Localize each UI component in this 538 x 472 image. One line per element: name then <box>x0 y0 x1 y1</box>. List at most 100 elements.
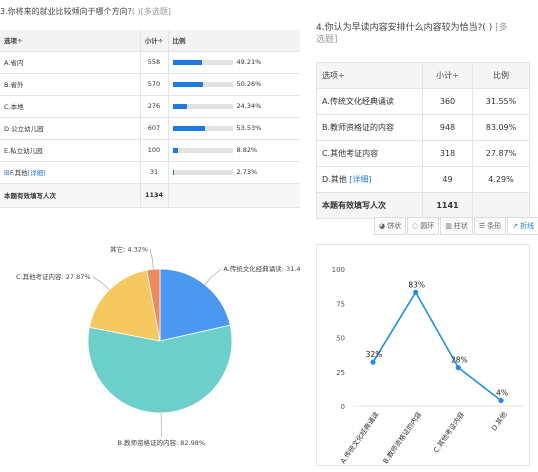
line-point[interactable] <box>498 397 504 404</box>
line-point[interactable] <box>455 365 461 371</box>
pie-chart-panel: A.传统文化经典诵读: 31.48% B.教师资格证的内容: 82.98% C.其他… <box>0 236 311 464</box>
option-percent: 4.29% <box>472 166 530 193</box>
x-tick-label: D.其他 <box>489 410 509 433</box>
option-count: 318 <box>422 140 473 167</box>
table-header: 选项÷ 小计÷ 比例 <box>316 62 530 89</box>
option-percent: 31.55% <box>472 88 530 115</box>
total-label: 本题有效填写人次 <box>316 192 423 219</box>
col-option-header[interactable]: 选项÷ <box>0 30 140 52</box>
line-point[interactable] <box>413 289 419 295</box>
option-label: B.教师资格证的内容 <box>316 114 423 141</box>
line-series <box>372 290 502 402</box>
table-header: 选项÷ 小计÷ 比例 <box>0 30 300 52</box>
ratio-cell: 2.73% <box>168 161 300 184</box>
pie-slice-label: B.教师资格证的内容: 82.98% <box>117 438 205 447</box>
col-ratio-header: 比例 <box>168 30 300 52</box>
ratio-cell: 50.26% <box>168 73 300 96</box>
chart-type-icon: ◌ <box>412 222 419 230</box>
col-count-header[interactable]: 小计÷ <box>139 30 169 52</box>
chart-type-icon: ☰ <box>478 222 486 230</box>
option-percent: 83.09% <box>472 114 530 141</box>
x-tick-label: A.传统文化经典诵读 <box>338 410 381 465</box>
ratio-cell: 24.34% <box>168 95 300 118</box>
tab-chart-type[interactable]: ▥ 柱状 <box>440 217 473 235</box>
option-label: C.其他考证内容 <box>316 140 423 167</box>
progress-fill <box>172 125 205 131</box>
point-data-label: 4% <box>496 389 508 398</box>
table-row: ⊞F.其他[详细] 31 2.73% <box>0 161 300 184</box>
option-label: B.省外 <box>0 73 140 96</box>
col-option-header[interactable]: 选项÷ <box>316 62 423 89</box>
option-text: A.传统文化经典诵读 <box>322 97 394 106</box>
option-percent: 53.53% <box>236 124 262 132</box>
survey-report: 3.你将来的就业比较倾向于哪个方向?( )[多选题] 选项÷ 小计÷ 比例 A.… <box>0 0 538 472</box>
pie-slice-label: C.其他考证内容: 27.87% <box>16 272 91 281</box>
option-text: F.其他 <box>9 169 28 177</box>
option-count: 49 <box>422 166 473 193</box>
detail-link[interactable]: [详细] <box>28 169 46 177</box>
pie-slice-label: 其它: 4.32% <box>110 244 148 253</box>
pie-leader-line <box>149 249 154 270</box>
option-text: C.本地 <box>4 103 24 111</box>
chart-type-tabs: ◕ 饼状 ◌ 圆环 ▥ 柱状 ☰ 条形 ↗ 折线 <box>374 217 538 235</box>
question-3-title: 3.你将来的就业比较倾向于哪个方向?( )[多选题] <box>0 6 171 17</box>
option-percent: 50.26% <box>236 80 262 88</box>
pie-leader-line <box>204 268 222 285</box>
option-label: D.公立幼儿园 <box>0 117 140 140</box>
line-point[interactable] <box>370 359 376 365</box>
y-tick-label: 0 <box>341 403 345 411</box>
chart-type-icon: ◕ <box>379 222 386 230</box>
tab-label: 圆环 <box>420 222 435 230</box>
progress-bar <box>172 169 233 175</box>
tab-label: 条形 <box>487 222 502 230</box>
y-tick-label: 100 <box>332 266 345 274</box>
option-label: E.私立幼儿园 <box>0 139 140 162</box>
option-percent: 49.21% <box>236 58 262 66</box>
tab-label: 饼状 <box>387 222 402 230</box>
option-label: A.传统文化经典诵读 <box>316 88 423 115</box>
option-text: C.其他考证内容 <box>322 149 379 158</box>
tab-chart-type[interactable]: ☰ 条形 <box>473 217 507 235</box>
option-label: C.本地 <box>0 95 140 118</box>
question-4-table: 选项÷ 小计÷ 比例 A.传统文化经典诵读 360 31.55% B.教师资格证的内容… <box>316 62 530 219</box>
x-tick-label: B.教师资格证的内容 <box>381 410 424 465</box>
option-count: 948 <box>422 114 473 141</box>
progress-bar <box>172 125 233 131</box>
detail-link[interactable]: [详细] <box>349 175 371 184</box>
ratio-cell: 53.53% <box>168 117 300 140</box>
y-tick-label: 25 <box>336 369 345 377</box>
table-row: A.省内 558 49.21% <box>0 51 300 74</box>
option-text: B.教师资格证的内容 <box>322 123 395 132</box>
option-count: 570 <box>139 73 169 96</box>
tab-chart-type[interactable]: ◕ 饼状 <box>374 217 407 235</box>
point-data-label: 28% <box>451 356 468 365</box>
total-value: 1141 <box>422 192 473 219</box>
option-percent: 2.73% <box>236 168 258 176</box>
option-count: 276 <box>139 95 169 118</box>
progress-bar <box>172 59 233 65</box>
total-value: 1134 <box>139 183 169 208</box>
table-row: A.传统文化经典诵读 360 31.55% <box>316 88 530 115</box>
option-label: A.省内 <box>0 51 140 74</box>
col-count-header[interactable]: 小计÷ <box>422 62 473 89</box>
question-3-table: 选项÷ 小计÷ 比例 A.省内 558 49.21% B.省外 570 50.26% C.本… <box>0 30 300 208</box>
tab-chart-type[interactable]: ↗ 折线 <box>507 217 538 235</box>
tab-chart-type[interactable]: ◌ 圆环 <box>407 217 440 235</box>
y-tick-label: 50 <box>336 335 345 343</box>
question-4-title: 4.你认为早读内容安排什么内容较为恰当?( ) [多 选题] <box>316 22 530 46</box>
total-label: 本题有效填写人次 <box>0 183 140 208</box>
chart-type-icon: ↗ <box>512 222 518 230</box>
table-row: B.省外 570 50.26% <box>0 73 300 96</box>
option-count: 31 <box>139 161 169 184</box>
table-row: D.公立幼儿园 607 53.53% <box>0 117 300 140</box>
option-text: D.其他 <box>322 175 347 184</box>
option-count: 607 <box>139 117 169 140</box>
x-tick-label: C.其他考证内容 <box>431 410 466 454</box>
option-label: ⊞F.其他[详细] <box>0 161 140 184</box>
total-empty <box>168 183 300 208</box>
progress-bar <box>172 147 233 153</box>
option-percent: 27.87% <box>472 140 530 167</box>
table-total-row: 本题有效填写人次 1141 <box>316 192 530 219</box>
question-4-type-cont: 选题] <box>316 35 338 45</box>
question-3-type: ( )[多选题] <box>131 7 171 16</box>
